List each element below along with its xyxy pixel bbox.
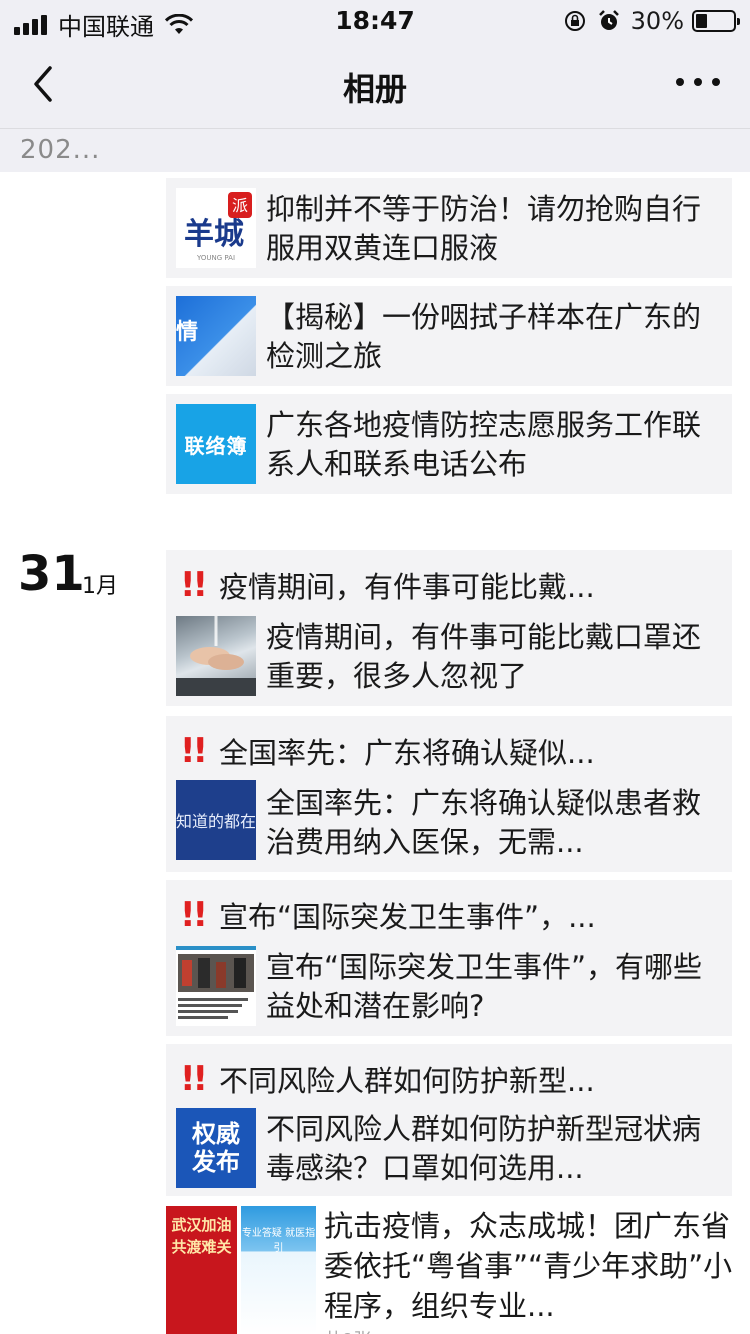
statement-document-image [176, 946, 256, 1019]
shared-article-card[interactable]: !! 疫情期间，有件事可能比戴... 疫情期间，有件事可能比戴口罩还重要，很多人… [166, 550, 732, 706]
more-icon[interactable] [676, 78, 720, 90]
date-month: 1月 [82, 574, 118, 599]
post-text: 抗击疫情，众志成城！团广东省委依托“粤省事”“青少年求助”小程序，组织专业... [324, 1209, 733, 1323]
svg-text:羊城: 羊城 [184, 217, 244, 252]
article-title: 宣布“国际突发卫生事件”，有哪些益处和潜在影响? [266, 950, 703, 1023]
double-exclamation-icon: !! [180, 565, 208, 605]
post-image[interactable]: 专业答疑 就医指引 [241, 1206, 316, 1334]
card-header: !! 全国率先：广东将确认疑似... [180, 730, 595, 772]
post-images[interactable]: 武汉加油 共渡难关 专业答疑 就医指引 [166, 1206, 316, 1334]
battery-icon [692, 10, 740, 32]
card-header: !! 疫情期间，有件事可能比戴... [180, 564, 595, 606]
year-header: 202... [0, 128, 750, 172]
battery-percent: 30% [630, 7, 684, 35]
card-header-text: 不同风险人群如何防护新型... [219, 1064, 595, 1098]
status-bar: 中国联通 18:47 30% [0, 0, 750, 41]
article-thumbnail: 知道的都在这 [176, 780, 256, 860]
double-exclamation-icon: !! [180, 1059, 208, 1099]
hands-washing-image [176, 616, 256, 696]
date-day: 31 [18, 546, 85, 602]
shared-article-card[interactable]: !! 宣布“国际突发卫生事件”，... 宣布“国际突发卫生事件”，有哪些益处和潜… [166, 880, 732, 1036]
card-header: !! 宣布“国际突发卫生事件”，... [180, 894, 596, 936]
article-title: 全国率先：广东将确认疑似患者救治费用纳入医保，无需... [266, 786, 702, 859]
article-thumbnail: 联络簿 [176, 404, 256, 484]
svg-text:YOUNG PAI: YOUNG PAI [196, 254, 235, 262]
alarm-icon [598, 10, 619, 30]
article-card[interactable]: 派 羊城 YOUNG PAI 抑制并不等于防治！请勿抢购自行服用双黄连口服液 [166, 178, 732, 278]
rotation-lock-icon [564, 11, 585, 31]
article-thumbnail [176, 946, 256, 1026]
card-header: !! 不同风险人群如何防护新型... [180, 1058, 595, 1100]
card-header-text: 宣布“国际突发卫生事件”，... [219, 900, 596, 934]
article-thumbnail [176, 616, 256, 696]
year-label: 202... [20, 135, 101, 165]
article-title: 疫情期间，有件事可能比戴口罩还重要，很多人忽视了 [266, 620, 702, 693]
post-image-count: 共9张 [324, 1326, 371, 1334]
article-title: 抑制并不等于防治！请勿抢购自行服用双黄连口服液 [266, 192, 702, 265]
post-image[interactable]: 武汉加油 共渡难关 [166, 1206, 238, 1334]
article-thumbnail: 情 [176, 296, 256, 376]
shared-article-card[interactable]: !! 不同风险人群如何防护新型... 权威 发布 不同风险人群如何防护新型冠状病… [166, 1044, 732, 1196]
card-header-text: 疫情期间，有件事可能比戴... [219, 570, 595, 604]
article-title: 广东各地疫情防控志愿服务工作联系人和联系电话公布 [266, 408, 702, 481]
double-exclamation-icon: !! [180, 895, 208, 935]
article-title: 不同风险人群如何防护新型冠状病毒感染？口罩如何选用... [266, 1112, 702, 1185]
double-exclamation-icon: !! [180, 731, 208, 771]
article-card[interactable]: 联络簿 广东各地疫情防控志愿服务工作联系人和联系电话公布 [166, 394, 732, 494]
shared-article-card[interactable]: !! 全国率先：广东将确认疑似... 知道的都在这 全国率先：广东将确认疑似患者… [166, 716, 732, 872]
page-title: 相册 [342, 70, 407, 108]
article-title: 【揭秘】一份咽拭子样本在广东的检测之旅 [266, 300, 702, 373]
status-right: 30% [563, 7, 740, 35]
article-thumbnail: 权威 发布 [176, 1108, 256, 1188]
yangcheng-logo-icon: 派 羊城 YOUNG PAI [184, 192, 252, 262]
card-header-text: 全国率先：广东将确认疑似... [219, 736, 595, 770]
article-card[interactable]: 情 【揭秘】一份咽拭子样本在广东的检测之旅 [166, 286, 732, 386]
article-thumbnail: 派 羊城 YOUNG PAI [176, 188, 256, 268]
svg-text:派: 派 [232, 196, 248, 215]
nav-bar: 相册 [0, 40, 750, 128]
